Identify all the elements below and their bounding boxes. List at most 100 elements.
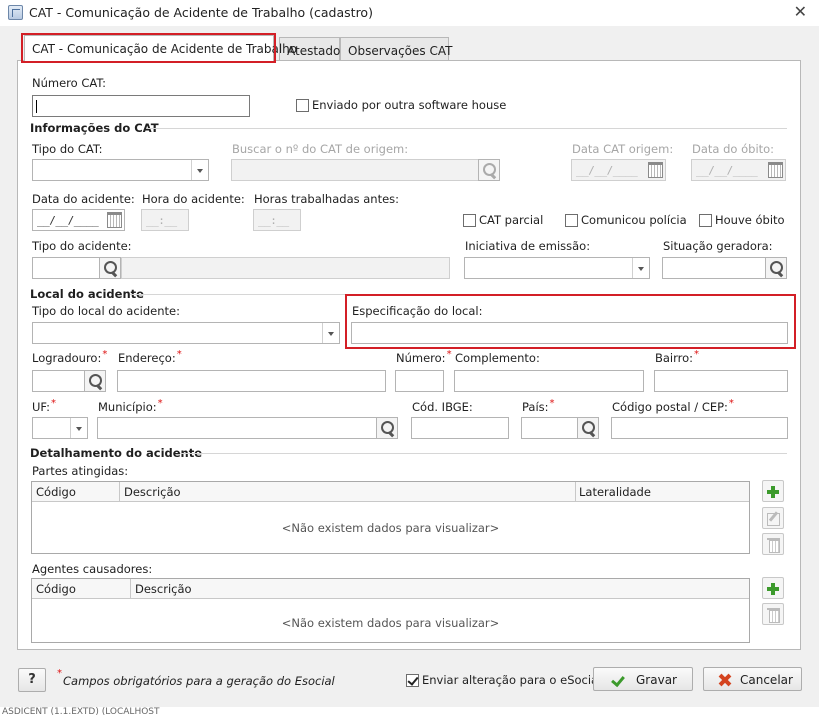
municipio-input[interactable] — [97, 417, 377, 439]
tipo-local-label: Tipo do local do acidente: — [32, 304, 180, 318]
comunicou-checkbox[interactable] — [565, 214, 578, 227]
col-codigo[interactable]: Código — [36, 582, 76, 596]
date-mask: __/__/____ — [696, 164, 758, 177]
tipo-acidente-label: Tipo do acidente: — [32, 239, 132, 253]
cod-ibge-label: Cód. IBGE: — [412, 400, 473, 414]
cep-label: Código postal / CEP:* — [612, 398, 734, 414]
delete-parte-button[interactable] — [762, 533, 784, 555]
gravar-label: Gravar — [636, 673, 677, 687]
calendar-icon[interactable] — [765, 160, 785, 180]
col-descricao[interactable]: Descrição — [135, 582, 192, 596]
partes-label: Partes atingidas: — [32, 464, 129, 478]
cancelar-button[interactable]: Cancelar — [703, 667, 802, 691]
help-button[interactable]: ? — [18, 668, 46, 692]
buscar-cat-input[interactable] — [231, 159, 479, 181]
section-info-cat: Informações do CAT — [30, 121, 159, 135]
grid-header: Código Descrição Lateralidade — [32, 482, 749, 502]
check-icon — [608, 669, 628, 689]
comunicou-label: Comunicou polícia — [581, 213, 687, 227]
tipo-cat-select[interactable] — [32, 159, 209, 181]
complemento-input[interactable] — [454, 370, 644, 392]
cat-parcial-label: CAT parcial — [479, 213, 544, 227]
bairro-input[interactable] — [654, 370, 788, 392]
pais-label: País:* — [522, 398, 555, 414]
date-mask: __/__/____ — [576, 164, 638, 177]
section-local: Local do acidente — [30, 287, 144, 301]
houve-obito-label: Houve óbito — [715, 213, 785, 227]
enviar-esocial-checkbox[interactable] — [406, 674, 419, 687]
time-mask: __:__ — [258, 214, 289, 227]
hora-acidente-label: Hora do acidente: — [142, 192, 245, 206]
search-icon[interactable] — [765, 257, 787, 279]
delete-agente-button[interactable] — [762, 603, 784, 625]
tipo-acidente-desc-input — [121, 257, 450, 279]
iniciativa-select[interactable] — [464, 257, 650, 279]
search-icon[interactable] — [478, 159, 500, 181]
add-agente-button[interactable] — [762, 577, 784, 599]
edit-parte-button[interactable] — [762, 507, 784, 529]
search-icon[interactable] — [577, 417, 599, 439]
chevron-down-icon[interactable] — [70, 418, 87, 438]
chevron-down-icon[interactable] — [632, 258, 649, 278]
empty-message: <Não existem dados para visualizar> — [281, 521, 500, 535]
section-divider — [147, 128, 787, 129]
add-parte-button[interactable] — [762, 480, 784, 502]
situacao-input[interactable] — [662, 257, 766, 279]
date-mask: __/__/____ — [37, 214, 99, 227]
chevron-down-icon[interactable] — [322, 323, 339, 343]
calendar-icon[interactable] — [104, 210, 124, 230]
tipo-acidente-code-input[interactable] — [32, 257, 100, 279]
calendar-icon[interactable] — [645, 160, 665, 180]
empty-message: <Não existem dados para visualizar> — [281, 616, 500, 630]
chevron-down-icon[interactable] — [191, 160, 208, 180]
agentes-grid[interactable]: Código Descrição <Não existem dados para… — [31, 578, 750, 643]
endereco-label: Endereço:* — [118, 349, 182, 365]
status-bar: ASDICENT (1.1.EXTD) (LOCALHOST — [0, 707, 819, 717]
numero-input[interactable] — [395, 370, 444, 392]
cod-ibge-input[interactable] — [411, 417, 509, 439]
tab-observacoes[interactable]: Observações CAT — [340, 37, 452, 61]
col-descricao[interactable]: Descrição — [124, 485, 181, 499]
horas-trab-input[interactable]: __:__ — [253, 209, 301, 231]
title-bar: CAT - Comunicação de Acidente de Trabalh… — [0, 0, 819, 26]
hora-acidente-input[interactable]: __:__ — [141, 209, 189, 231]
data-cat-origem-label: Data CAT origem: — [572, 142, 674, 156]
partes-grid[interactable]: Código Descrição Lateralidade <Não exist… — [31, 481, 750, 554]
highlight-tab — [21, 33, 276, 63]
window-title: CAT - Comunicação de Acidente de Trabalh… — [29, 5, 373, 20]
especificacao-input[interactable] — [351, 322, 788, 344]
search-icon[interactable] — [99, 257, 121, 279]
enviar-esocial-label: Enviar alteração para o eSocial — [422, 673, 602, 687]
enviado-checkbox[interactable] — [296, 99, 309, 112]
buscar-cat-label: Buscar o nº do CAT de origem: — [232, 142, 409, 156]
endereco-input[interactable] — [117, 370, 386, 392]
search-icon[interactable] — [376, 417, 398, 439]
search-icon[interactable] — [84, 370, 106, 392]
grid-header: Código Descrição — [32, 579, 749, 599]
data-obito-label: Data do óbito: — [692, 142, 775, 156]
logradouro-input[interactable] — [32, 370, 85, 392]
pais-input[interactable] — [521, 417, 578, 439]
section-detalhamento: Detalhamento do acidente — [30, 446, 203, 460]
agentes-label: Agentes causadores: — [32, 562, 153, 576]
time-mask: __:__ — [146, 214, 177, 227]
uf-select[interactable] — [32, 417, 88, 439]
tipo-local-select[interactable] — [32, 322, 340, 344]
bairro-label: Bairro:* — [655, 349, 700, 365]
houve-obito-checkbox[interactable] — [699, 214, 712, 227]
close-icon[interactable]: ✕ — [794, 2, 807, 21]
cep-input[interactable] — [611, 417, 788, 439]
gravar-button[interactable]: Gravar — [593, 667, 693, 691]
numero-cat-input[interactable] — [32, 95, 250, 117]
col-codigo[interactable]: Código — [36, 485, 76, 499]
tipo-cat-label: Tipo do CAT: — [32, 142, 103, 156]
data-acidente-label: Data do acidente: — [32, 192, 135, 206]
cat-parcial-checkbox[interactable] — [463, 214, 476, 227]
section-divider — [180, 453, 787, 454]
iniciativa-label: Iniciativa de emissão: — [465, 239, 591, 253]
data-obito-input[interactable]: __/__/____ — [691, 159, 786, 181]
data-cat-origem-input[interactable]: __/__/____ — [571, 159, 666, 181]
col-lateralidade[interactable]: Lateralidade — [579, 485, 651, 499]
data-acidente-input[interactable]: __/__/____ — [32, 209, 125, 231]
especificacao-label: Especificação do local: — [352, 304, 483, 318]
